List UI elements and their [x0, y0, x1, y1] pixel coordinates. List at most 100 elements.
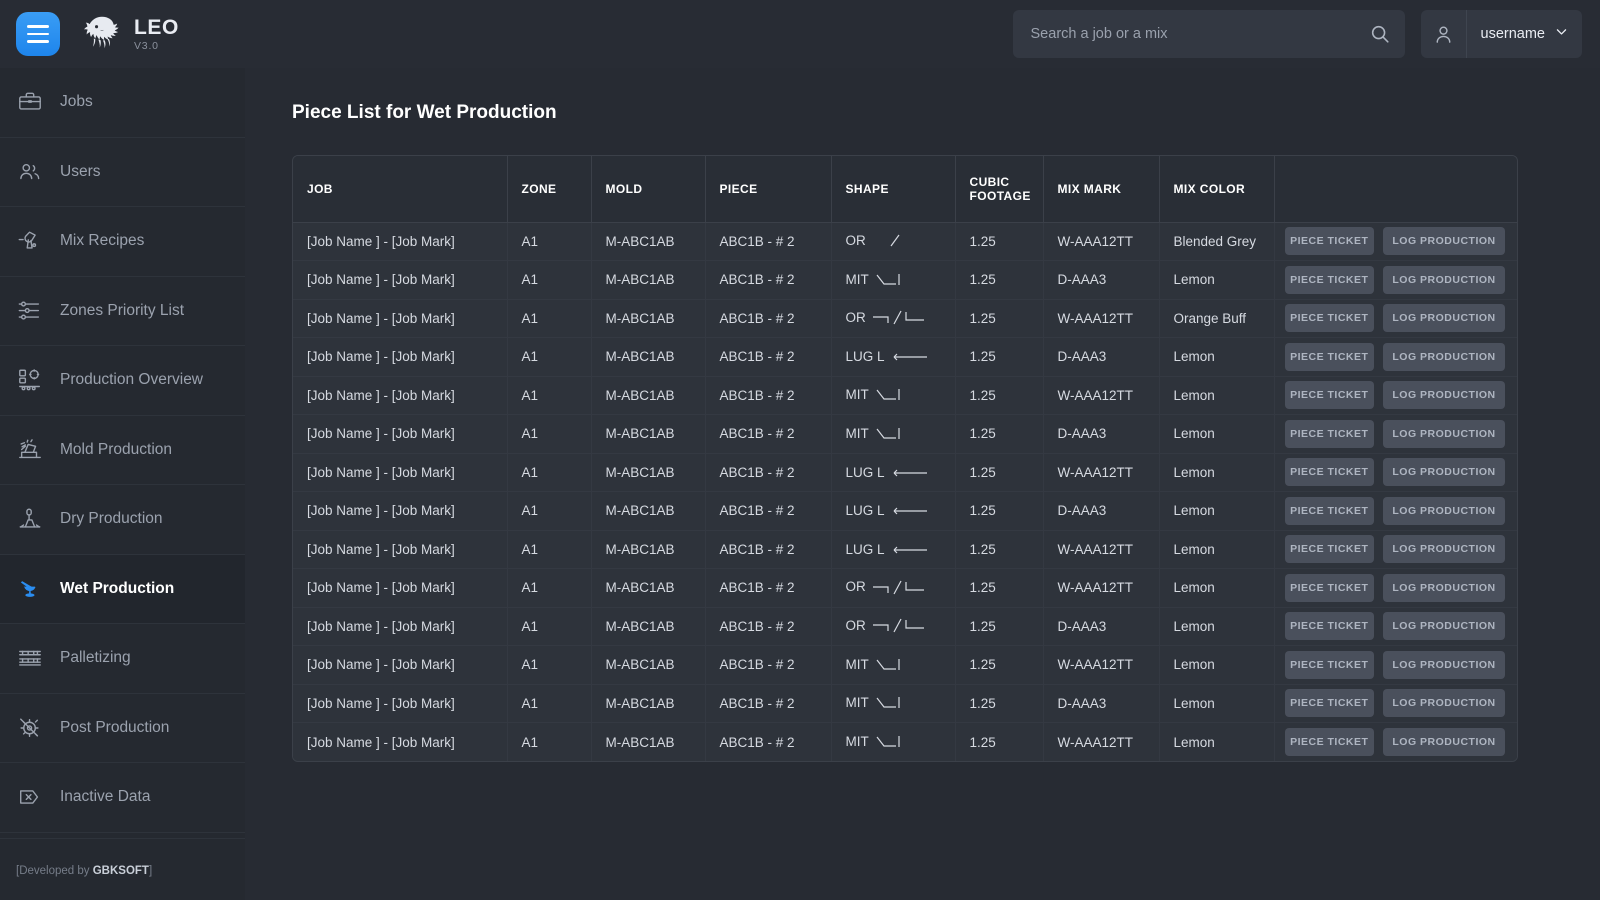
sidebar-item-post-production[interactable]: Post Production	[0, 694, 245, 763]
sidebar: Jobs Users Mix Recipes Zones Priority List P…	[0, 68, 245, 900]
piece-ticket-button[interactable]: PIECE TICKET	[1284, 496, 1375, 525]
log-production-button[interactable]: LOG PRODUCTION	[1383, 496, 1505, 525]
piece-ticket-button[interactable]: PIECE TICKET	[1284, 419, 1375, 448]
sidebar-item-production-overview[interactable]: Production Overview	[0, 346, 245, 416]
table-row: [Job Name ] - [Job Mark] A1 M-ABC1AB ABC1B …	[293, 684, 1517, 723]
sidebar-item-mix-recipes[interactable]: Mix Recipes	[0, 207, 245, 277]
column-header-actions	[1274, 156, 1517, 223]
chevron-down-icon[interactable]	[1555, 25, 1568, 43]
cell-piece: ABC1B - # 2	[705, 684, 832, 723]
cell-mix-color: Lemon	[1159, 491, 1275, 531]
piece-list-table-wrapper: JOB ZONE MOLD PIECE SHAPE CUBIC FOOTAGE MIX MA…	[292, 155, 1518, 762]
piece-ticket-button[interactable]: PIECE TICKET	[1284, 612, 1375, 641]
piece-ticket-button[interactable]: PIECE TICKET	[1284, 227, 1375, 256]
menu-toggle-button[interactable]	[16, 12, 60, 56]
log-production-button[interactable]: LOG PRODUCTION	[1383, 227, 1505, 256]
cell-zone: A1	[507, 222, 592, 261]
cell-actions: PIECE TICKET LOG PRODUCTION	[1274, 260, 1517, 300]
burger-line	[27, 40, 49, 43]
log-production-button[interactable]: LOG PRODUCTION	[1383, 650, 1505, 679]
column-header-mix-color: MIX COLOR	[1159, 156, 1275, 223]
cell-shape: MIT	[831, 684, 956, 723]
sliders-icon	[16, 297, 44, 325]
sidebar-item-label: Zones Priority List	[60, 301, 185, 319]
shape-label: LUG L	[845, 541, 885, 557]
log-production-button[interactable]: LOG PRODUCTION	[1383, 304, 1505, 333]
table-body: [Job Name ] - [Job Mark] A1 M-ABC1AB ABC1B …	[293, 222, 1517, 761]
column-header-mix-mark: MIX MARK	[1043, 156, 1160, 223]
cell-mix-color: Lemon	[1159, 414, 1275, 454]
cell-piece: ABC1B - # 2	[705, 645, 832, 685]
piece-ticket-button[interactable]: PIECE TICKET	[1284, 381, 1375, 410]
brand-name: LEO	[134, 15, 179, 39]
cell-cubic-footage: 1.25	[955, 684, 1044, 723]
sidebar-item-palletizing[interactable]: Palletizing	[0, 624, 245, 694]
piece-ticket-button[interactable]: PIECE TICKET	[1284, 573, 1375, 602]
cell-shape: OR	[831, 607, 956, 646]
cell-job: [Job Name ] - [Job Mark]	[293, 645, 508, 685]
table-row: [Job Name ] - [Job Mark] A1 M-ABC1AB ABC1B …	[293, 530, 1517, 569]
shape-glyph-slash-icon	[872, 233, 906, 249]
log-production-button[interactable]: LOG PRODUCTION	[1383, 381, 1505, 410]
cell-zone: A1	[507, 568, 592, 608]
shape-glyph-lug-icon	[891, 503, 931, 518]
sidebar-item-inactive-data[interactable]: Inactive Data	[0, 763, 245, 833]
piece-ticket-button[interactable]: PIECE TICKET	[1284, 650, 1375, 679]
cell-mix-mark: W-AAA12TT	[1043, 299, 1160, 338]
sidebar-item-users[interactable]: Users	[0, 138, 245, 207]
log-production-button[interactable]: LOG PRODUCTION	[1383, 573, 1505, 602]
search-input[interactable]	[1030, 26, 1369, 42]
cell-mix-mark: W-AAA12TT	[1043, 530, 1160, 569]
log-production-button[interactable]: LOG PRODUCTION	[1383, 458, 1505, 487]
cell-mold: M-ABC1AB	[591, 722, 706, 761]
user-menu[interactable]: username	[1420, 10, 1582, 58]
cell-mix-color: Orange Buff	[1159, 299, 1275, 338]
log-production-button[interactable]: LOG PRODUCTION	[1383, 689, 1505, 718]
log-production-button[interactable]: LOG PRODUCTION	[1383, 265, 1505, 294]
brand-logo-group[interactable]: LEO V3.0	[80, 14, 179, 54]
username-label: username	[1480, 26, 1545, 42]
cell-zone: A1	[507, 337, 592, 377]
sidebar-item-label: Palletizing	[60, 649, 131, 667]
sidebar-item-dry-production[interactable]: Dry Production	[0, 485, 245, 555]
piece-ticket-button[interactable]: PIECE TICKET	[1284, 728, 1375, 756]
app-root: LEO V3.0 username	[0, 0, 1600, 900]
sidebar-item-jobs[interactable]: Jobs	[0, 68, 245, 138]
sidebar-item-wet-production[interactable]: Wet Production	[0, 554, 245, 624]
log-production-button[interactable]: LOG PRODUCTION	[1383, 419, 1505, 448]
cell-actions: PIECE TICKET LOG PRODUCTION	[1274, 453, 1517, 492]
table-row: [Job Name ] - [Job Mark] A1 M-ABC1AB ABC1B …	[293, 299, 1517, 338]
search-box[interactable]	[1012, 10, 1405, 58]
cell-mold: M-ABC1AB	[591, 260, 706, 300]
cell-mix-color: Blended Grey	[1159, 222, 1275, 261]
piece-ticket-button[interactable]: PIECE TICKET	[1284, 458, 1375, 487]
piece-ticket-button[interactable]: PIECE TICKET	[1284, 342, 1375, 371]
table-row: [Job Name ] - [Job Mark] A1 M-ABC1AB ABC1B …	[293, 453, 1517, 492]
piece-ticket-button[interactable]: PIECE TICKET	[1284, 265, 1375, 294]
search-icon[interactable]	[1369, 23, 1391, 45]
column-header-zone: ZONE	[507, 156, 592, 223]
cell-shape: MIT	[831, 260, 956, 300]
column-header-piece: PIECE	[705, 156, 832, 223]
shape-glyph-lug-icon	[891, 349, 931, 364]
log-production-button[interactable]: LOG PRODUCTION	[1383, 728, 1505, 756]
piece-ticket-button[interactable]: PIECE TICKET	[1284, 535, 1375, 564]
cell-shape: MIT	[831, 645, 956, 685]
piece-ticket-button[interactable]: PIECE TICKET	[1284, 304, 1375, 333]
shape-label: MIT	[845, 271, 869, 287]
log-production-button[interactable]: LOG PRODUCTION	[1383, 535, 1505, 564]
sidebar-item-zones-priority-list[interactable]: Zones Priority List	[0, 277, 245, 346]
cell-mix-color: Lemon	[1159, 722, 1275, 761]
sidebar-item-mold-production[interactable]: Mold Production	[0, 416, 245, 485]
cell-actions: PIECE TICKET LOG PRODUCTION	[1274, 299, 1517, 338]
table-row: [Job Name ] - [Job Mark] A1 M-ABC1AB ABC1B …	[293, 722, 1517, 761]
top-bar: LEO V3.0 username	[0, 0, 1600, 68]
log-production-button[interactable]: LOG PRODUCTION	[1383, 342, 1505, 371]
piece-ticket-button[interactable]: PIECE TICKET	[1284, 689, 1375, 718]
sidebar-footer: [Developed by GBKSOFT]	[0, 838, 245, 900]
log-production-button[interactable]: LOG PRODUCTION	[1383, 612, 1505, 641]
top-bar-right: username	[1012, 10, 1600, 58]
shape-label: LUG L	[845, 464, 885, 480]
shape-label: LUG L	[845, 503, 885, 519]
shape-glyph-ortho-icon	[872, 579, 934, 597]
